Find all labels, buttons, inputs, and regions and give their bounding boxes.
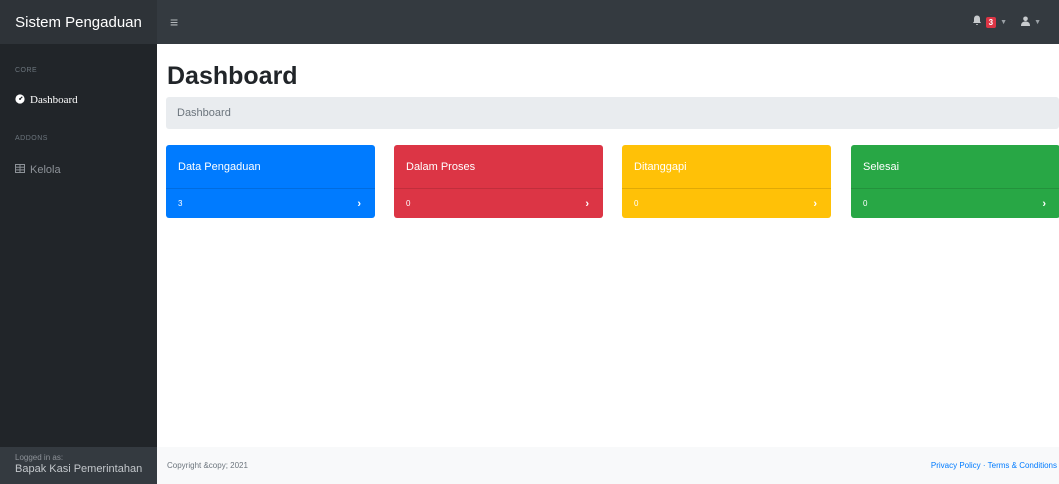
privacy-policy-link[interactable]: Privacy Policy (931, 461, 981, 470)
dashboard-icon (15, 93, 25, 107)
chevron-down-icon: ▼ (1000, 18, 1008, 26)
card-count: 3 (178, 199, 183, 208)
card-data-pengaduan: Data Pengaduan 3 › (166, 145, 375, 218)
card-dalam-proses: Dalam Proses 0 › (394, 145, 603, 218)
main-content: Dashboard Dashboard Data Pengaduan 3 › D… (157, 44, 1059, 484)
card-footer-link[interactable]: 0 › (394, 188, 603, 218)
page-footer: Copyright &copy; 2021 Privacy Policy · T… (157, 447, 1059, 484)
user-icon (1021, 16, 1031, 29)
sidebar-footer: Logged in as: Bapak Kasi Pemerintahan (0, 447, 157, 484)
footer-links: Privacy Policy · Terms & Conditions (931, 461, 1057, 470)
chevron-right-icon: › (813, 197, 817, 210)
breadcrumb-item: Dashboard (177, 107, 231, 119)
logged-in-label: Logged in as: (15, 453, 64, 462)
card-footer-link[interactable]: 0 › (851, 188, 1059, 218)
card-title: Data Pengaduan (178, 160, 261, 173)
notification-count-badge: 3 (985, 16, 997, 28)
bell-icon (972, 15, 982, 29)
card-title: Selesai (863, 160, 900, 173)
terms-conditions-link[interactable]: Terms & Conditions (988, 461, 1057, 470)
sidebar-item-kelola[interactable]: Kelola (0, 159, 157, 181)
chevron-right-icon: › (1042, 197, 1046, 210)
navbar-right: 3 ▼ ▼ (972, 15, 1041, 29)
notifications-dropdown[interactable]: 3 ▼ (972, 15, 1007, 29)
sidebar: CORE Dashboard ADDONS Kelola Logged in a… (0, 44, 157, 484)
user-dropdown[interactable]: ▼ (1021, 16, 1041, 29)
card-selesai: Selesai 0 › (851, 145, 1059, 218)
chevron-right-icon: › (585, 197, 589, 210)
top-navbar: Sistem Pengaduan ≡ 3 ▼ ▼ (0, 0, 1059, 44)
sidebar-item-dashboard[interactable]: Dashboard (0, 89, 157, 111)
card-count: 0 (634, 199, 639, 208)
card-footer-link[interactable]: 3 › (166, 188, 375, 218)
sidebar-heading-core: CORE (15, 67, 38, 74)
chevron-down-icon: ▼ (1034, 18, 1041, 26)
sidebar-item-label: Dashboard (30, 94, 78, 106)
chevron-right-icon: › (357, 197, 361, 210)
sidebar-item-label: Kelola (30, 164, 61, 176)
card-title: Ditanggapi (634, 160, 687, 173)
card-count: 0 (406, 199, 411, 208)
logged-in-user: Bapak Kasi Pemerintahan (15, 463, 143, 475)
sidebar-heading-addons: ADDONS (15, 135, 48, 142)
card-count: 0 (863, 199, 868, 208)
copyright-text: Copyright &copy; 2021 (167, 461, 248, 470)
card-footer-link[interactable]: 0 › (622, 188, 831, 218)
breadcrumb: Dashboard (166, 97, 1059, 129)
hamburger-icon[interactable]: ≡ (170, 15, 178, 29)
table-icon (15, 164, 25, 176)
card-ditanggapi: Ditanggapi 0 › (622, 145, 831, 218)
brand-title[interactable]: Sistem Pengaduan (0, 0, 157, 44)
footer-separator: · (980, 461, 988, 470)
card-title: Dalam Proses (406, 160, 476, 173)
page-title: Dashboard (167, 62, 298, 90)
